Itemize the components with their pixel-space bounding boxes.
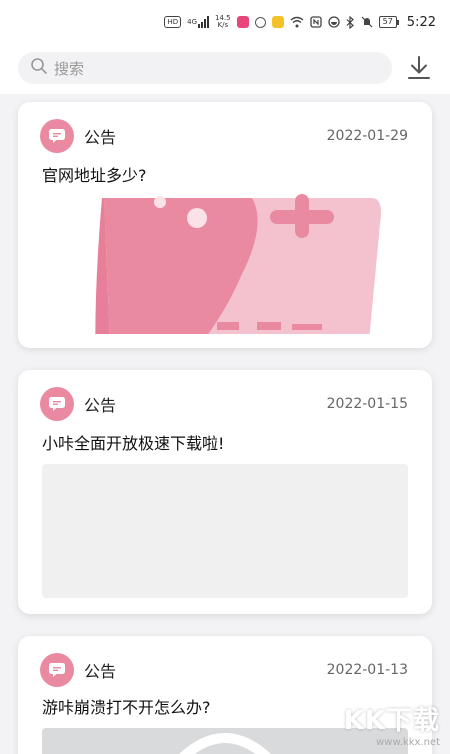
- notice-icon: [40, 119, 74, 153]
- network-speed: 14.5 K/s: [215, 14, 231, 29]
- hd-icon: HD: [164, 16, 182, 28]
- notice-date: 2022-01-29: [326, 128, 408, 144]
- battery-icon: 57: [378, 16, 400, 28]
- search-row: 搜索: [0, 44, 450, 94]
- watermark-brand: KK下载: [343, 706, 440, 736]
- clock: 5:22: [406, 14, 436, 30]
- mute-icon: [361, 15, 373, 29]
- nfc-icon: [309, 15, 322, 29]
- circle-notification-icon: [254, 16, 266, 28]
- wifi-icon: [290, 15, 304, 29]
- notice-title: 官网地址多少?: [42, 166, 147, 185]
- download-button[interactable]: [404, 53, 434, 83]
- watermark-logo: KK下载 www.kkx.net: [344, 700, 440, 748]
- notice-title: 游咔崩溃打不开怎么办?: [42, 698, 211, 717]
- search-icon: [30, 57, 48, 79]
- notice-title: 小咔全面开放极速下载啦!: [42, 434, 225, 453]
- dnd-icon: [327, 15, 340, 29]
- notice-image-placeholder: [42, 464, 408, 598]
- notice-label: 公告: [84, 396, 117, 415]
- app-notification-icon: [236, 16, 249, 28]
- notice-date: 2022-01-13: [326, 662, 408, 678]
- download-icon: [408, 56, 430, 79]
- status-bar: HD 4G 14.5 K/s 57 5:22: [0, 0, 450, 44]
- notice-card[interactable]: 公告 2022-01-29 官网地址多少?: [18, 102, 432, 348]
- watermark-url: www.kkx.net: [376, 737, 440, 748]
- notice-icon: [40, 387, 74, 421]
- notice-icon: [40, 653, 74, 687]
- notice-label: 公告: [84, 128, 117, 147]
- notice-label: 公告: [84, 662, 117, 681]
- signal-icon: 4G: [187, 15, 210, 29]
- notice-header: 公告 2022-01-29: [40, 119, 408, 153]
- bluetooth-icon: [346, 15, 355, 29]
- network-type: 4G: [187, 18, 198, 26]
- gamepad-banner-image: [42, 194, 408, 348]
- search-input[interactable]: 搜索: [18, 52, 392, 84]
- message-notification-icon: [271, 16, 284, 28]
- notice-date: 2022-01-15: [326, 396, 408, 412]
- search-placeholder: 搜索: [54, 59, 85, 78]
- notice-card[interactable]: 公告 2022-01-15 小咔全面开放极速下载啦!: [18, 370, 432, 614]
- notice-header: 公告 2022-01-15: [40, 387, 408, 421]
- notice-header: 公告 2022-01-13: [40, 653, 408, 687]
